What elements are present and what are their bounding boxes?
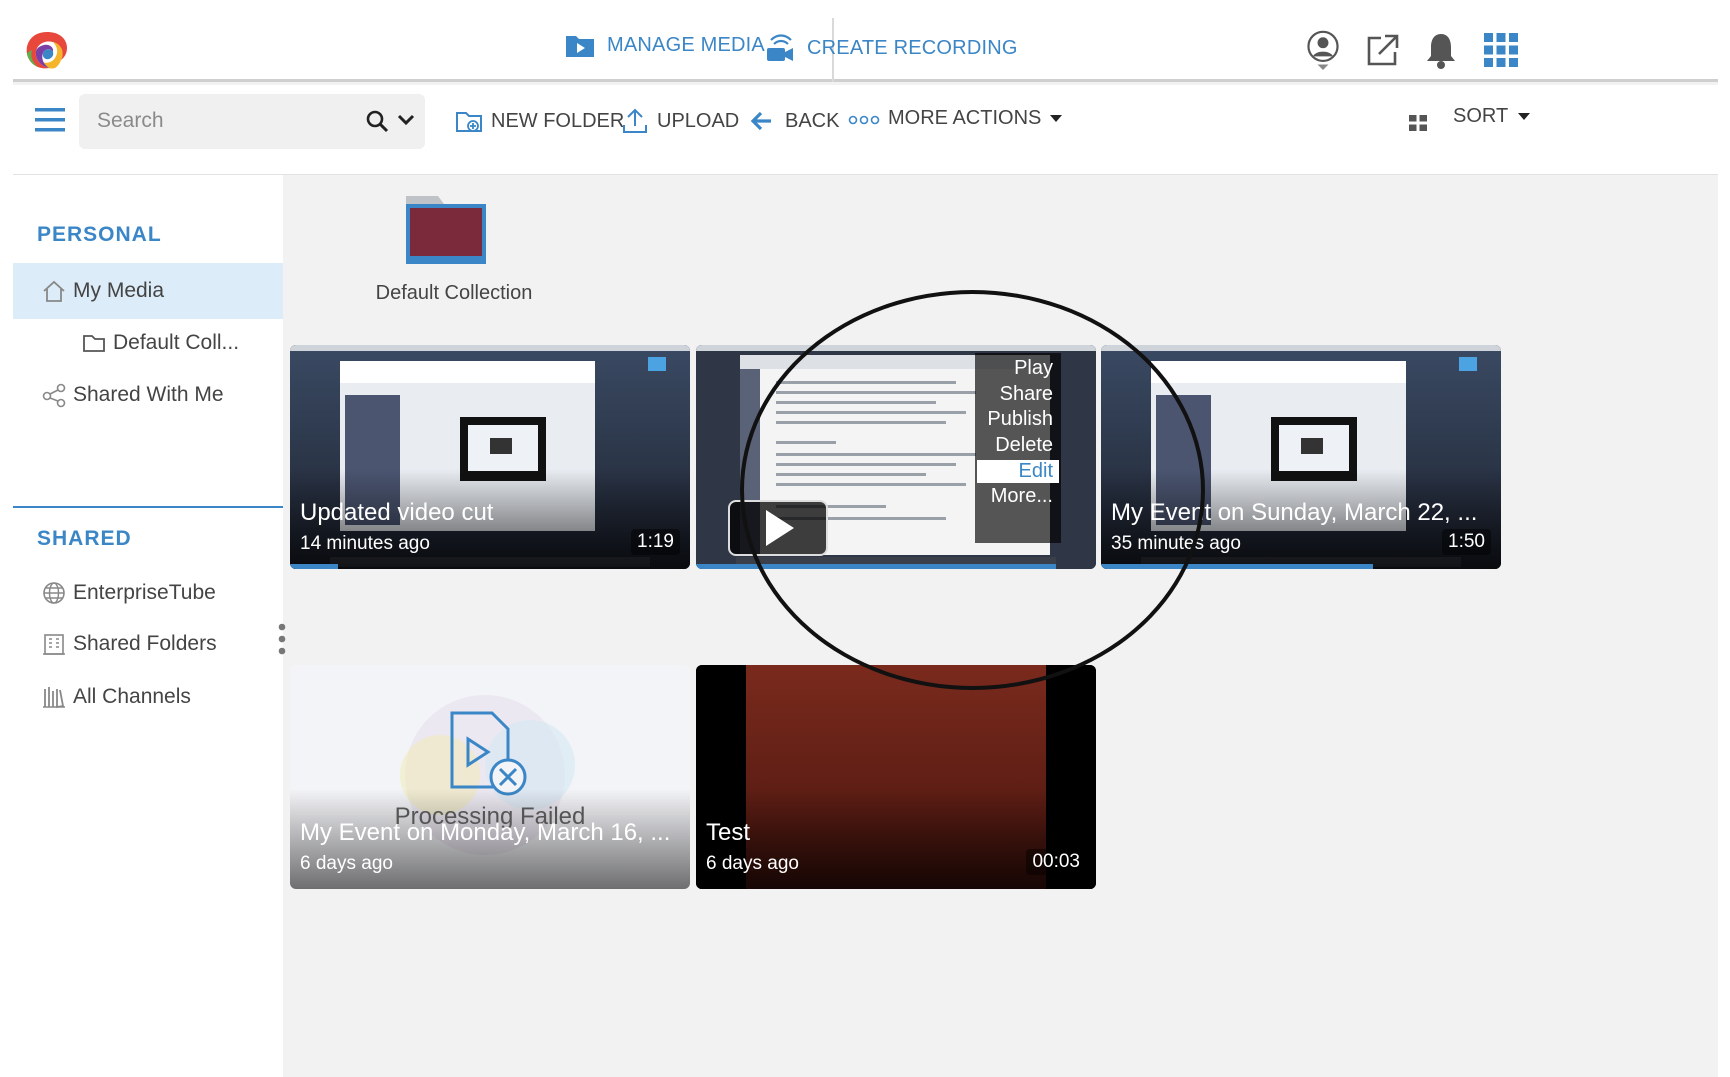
external-link-icon[interactable] bbox=[1363, 30, 1403, 70]
more-actions-button[interactable]: MORE ACTIONS bbox=[848, 107, 1063, 130]
globe-icon bbox=[43, 582, 65, 604]
sidebar-item-label: EnterpriseTube bbox=[73, 581, 216, 604]
sidebar-item-shared-folders[interactable]: Shared Folders bbox=[13, 616, 283, 672]
manage-media-button[interactable]: MANAGE MEDIA bbox=[565, 32, 765, 58]
sidebar-divider bbox=[13, 506, 283, 508]
play-icon bbox=[766, 510, 794, 546]
create-recording-label: CREATE RECORDING bbox=[807, 36, 1018, 59]
menu-item-publish[interactable]: Publish bbox=[987, 408, 1053, 431]
menu-item-play[interactable]: Play bbox=[1014, 357, 1053, 380]
folder-label: Default Collection bbox=[375, 282, 533, 304]
sidebar-item-label: My Media bbox=[73, 279, 165, 302]
menu-item-delete[interactable]: Delete bbox=[995, 434, 1053, 457]
top-navbar: MANAGE MEDIA CREATE RECORDING bbox=[13, 18, 1718, 82]
share-icon bbox=[42, 383, 66, 408]
sidebar-item-my-media[interactable]: My Media bbox=[13, 263, 283, 319]
media-card[interactable]: Play Share Publish Delete Edit More... bbox=[696, 345, 1096, 569]
media-title: Updated video cut bbox=[300, 499, 494, 526]
upload-label: UPLOAD bbox=[657, 109, 740, 132]
hamburger-menu-icon[interactable] bbox=[35, 107, 65, 133]
new-folder-label: NEW FOLDER bbox=[491, 109, 625, 132]
user-profile-icon[interactable] bbox=[1303, 30, 1343, 70]
sidebar-item-label: Shared With Me bbox=[73, 383, 224, 406]
home-icon bbox=[43, 280, 65, 302]
media-title: My Event on Sunday, March 22, ... bbox=[1111, 499, 1478, 526]
media-card[interactable]: Updated video cut 14 minutes ago 1:19 bbox=[290, 345, 690, 569]
folder-icon bbox=[83, 335, 105, 352]
folder-tile-default-collection[interactable]: Default Collection bbox=[354, 194, 554, 304]
menu-item-more[interactable]: More... bbox=[991, 485, 1053, 508]
media-timestamp: 14 minutes ago bbox=[300, 533, 430, 554]
sidebar-item-shared-with-me[interactable]: Shared With Me bbox=[13, 367, 283, 423]
sidebar-item-all-channels[interactable]: All Channels bbox=[13, 669, 283, 725]
notifications-bell-icon[interactable] bbox=[1421, 30, 1461, 70]
recording-camera-icon bbox=[767, 34, 793, 61]
back-arrow-icon bbox=[750, 111, 771, 131]
app-window: MANAGE MEDIA CREATE RECORDING Search NEW… bbox=[13, 18, 1718, 1077]
media-title: Test bbox=[706, 819, 751, 846]
media-duration: 00:03 bbox=[1026, 849, 1086, 875]
sort-label: SORT bbox=[1453, 105, 1509, 127]
personal-heading: PERSONAL bbox=[37, 223, 162, 246]
media-duration: 1:19 bbox=[631, 529, 680, 555]
toolbar: NEW FOLDER UPLOAD BACK MORE ACTIONS bbox=[13, 85, 1718, 175]
caret-down-icon bbox=[1050, 114, 1063, 122]
app-logo-icon[interactable] bbox=[21, 28, 73, 74]
media-card[interactable]: Processing Failed My Event on Monday, Ma… bbox=[290, 665, 690, 889]
media-card[interactable]: My Event on Sunday, March 22, ... 35 min… bbox=[1101, 345, 1501, 569]
media-folder-icon bbox=[566, 36, 594, 57]
new-folder-icon bbox=[456, 112, 482, 132]
more-dots-icon bbox=[848, 115, 880, 124]
new-folder-button[interactable]: NEW FOLDER bbox=[455, 107, 624, 135]
play-button[interactable] bbox=[728, 500, 828, 556]
sidebar: PERSONAL My Media Default Coll... Shared… bbox=[13, 175, 286, 1077]
search-box bbox=[79, 94, 425, 149]
back-button[interactable]: BACK bbox=[749, 107, 839, 135]
upload-button[interactable]: UPLOAD bbox=[621, 107, 739, 135]
manage-media-label: MANAGE MEDIA bbox=[607, 33, 765, 56]
media-card[interactable]: Test 6 days ago 00:03 bbox=[696, 665, 1096, 889]
watch-progress-bar bbox=[290, 564, 338, 569]
apps-grid-icon[interactable] bbox=[1481, 30, 1521, 70]
media-timestamp: 35 minutes ago bbox=[1111, 533, 1241, 554]
context-menu: Play Share Publish Delete Edit More... bbox=[975, 353, 1061, 543]
search-icon[interactable] bbox=[365, 109, 389, 133]
sidebar-item-default-collection[interactable]: Default Coll... bbox=[13, 315, 283, 371]
watch-progress-bar bbox=[1101, 564, 1373, 569]
watch-progress-bar bbox=[696, 564, 1056, 569]
media-timestamp: 6 days ago bbox=[706, 853, 799, 874]
collection-folder-icon bbox=[406, 196, 486, 264]
grid-view-icon[interactable] bbox=[1408, 113, 1428, 133]
sidebar-item-label: Shared Folders bbox=[73, 632, 217, 655]
search-input[interactable] bbox=[97, 104, 347, 138]
sidebar-item-label: All Channels bbox=[73, 685, 191, 708]
sidebar-resize-handle[interactable] bbox=[277, 622, 287, 656]
back-label: BACK bbox=[785, 109, 840, 132]
media-title: My Event on Monday, March 16, ... bbox=[300, 819, 671, 846]
library-icon bbox=[43, 687, 65, 709]
building-icon bbox=[43, 634, 65, 655]
menu-item-share[interactable]: Share bbox=[1000, 383, 1053, 406]
chevron-down-icon[interactable] bbox=[397, 111, 415, 129]
sidebar-item-label: Default Coll... bbox=[113, 331, 240, 354]
shared-heading: SHARED bbox=[37, 527, 132, 550]
more-actions-label: MORE ACTIONS bbox=[888, 107, 1042, 129]
sidebar-item-enterprisetube[interactable]: EnterpriseTube bbox=[13, 565, 283, 621]
caret-down-icon bbox=[1518, 112, 1531, 120]
upload-icon bbox=[623, 108, 647, 133]
media-timestamp: 6 days ago bbox=[300, 853, 393, 874]
create-recording-button[interactable]: CREATE RECORDING bbox=[765, 32, 1018, 64]
media-duration: 1:50 bbox=[1442, 529, 1491, 555]
menu-item-edit[interactable]: Edit bbox=[977, 460, 1059, 483]
sort-button[interactable]: SORT bbox=[1453, 105, 1532, 128]
